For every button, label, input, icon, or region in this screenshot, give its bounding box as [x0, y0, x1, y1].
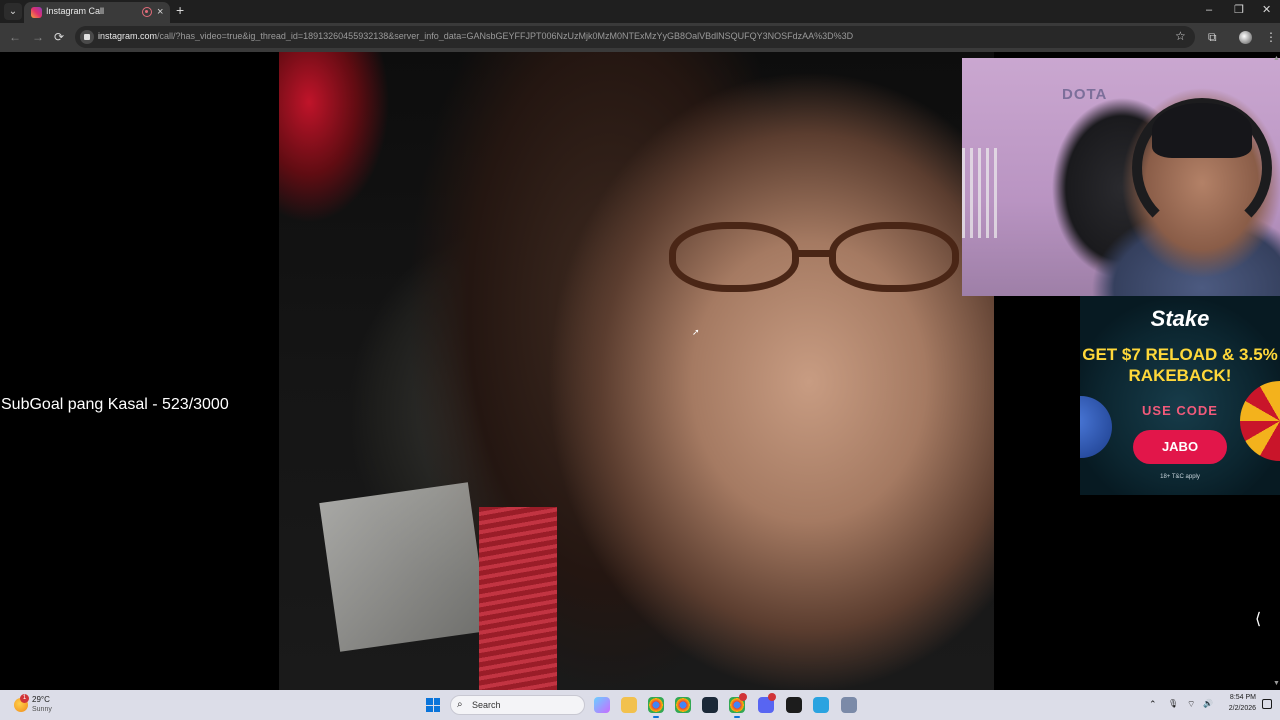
taskbar-search[interactable]: ⌕ Search: [450, 695, 585, 715]
obs-icon[interactable]: [786, 697, 802, 713]
streamer-hair: [1152, 103, 1252, 158]
tab-search-icon[interactable]: ⌄: [4, 3, 22, 20]
remote-video[interactable]: ➚: [279, 52, 994, 690]
ad-terms: 18+ T&C apply: [1160, 474, 1200, 480]
chrome-profile-icon[interactable]: [675, 697, 691, 713]
video-bag-strap: [479, 507, 557, 690]
forward-button[interactable]: →: [32, 30, 44, 44]
extensions-icon[interactable]: ⧉: [1208, 30, 1217, 44]
restore-button[interactable]: ❐: [1234, 3, 1244, 18]
scroll-down-arrow[interactable]: ▼: [1273, 680, 1280, 687]
ad-code-badge: JABO: [1133, 430, 1227, 464]
instagram-icon: [31, 7, 42, 18]
tab-title: Instagram Call: [46, 6, 105, 16]
scroll-up-arrow[interactable]: ▲: [1273, 55, 1280, 62]
side-panel-chevron-icon[interactable]: ⟨: [1255, 609, 1261, 629]
address-bar[interactable]: instagram.com/call/?has_video=true&ig_th…: [75, 26, 1195, 48]
browser-toolbar: ← → ⟳ instagram.com/call/?has_video=true…: [0, 23, 1280, 52]
minimize-button[interactable]: –: [1206, 3, 1212, 18]
steam-icon[interactable]: [702, 697, 718, 713]
site-info-icon[interactable]: [80, 30, 94, 44]
video-glasses: [669, 222, 969, 312]
network-icon[interactable]: ⌔: [1187, 698, 1195, 710]
url-host: instagram.com: [98, 31, 158, 41]
chrome-window-icon[interactable]: [729, 693, 747, 718]
streamer-webcam: DOTA: [962, 58, 1280, 296]
copilot-icon[interactable]: [594, 697, 610, 713]
discord-icon[interactable]: [758, 693, 776, 713]
clock-date[interactable]: 2/2/2026: [1222, 705, 1256, 712]
webcam-background-rail: [962, 148, 1002, 238]
tab-close-icon[interactable]: ×: [157, 5, 163, 19]
weather-temperature[interactable]: 29°C: [32, 695, 50, 704]
url-text[interactable]: instagram.com/call/?has_video=true&ig_th…: [98, 31, 1158, 41]
tab-instagram-call[interactable]: Instagram Call ×: [24, 2, 170, 23]
profile-avatar[interactable]: [1239, 31, 1252, 44]
webcam-wall-sign: DOTA: [1062, 86, 1108, 103]
file-explorer-icon[interactable]: [621, 697, 637, 713]
back-button[interactable]: ←: [9, 30, 21, 44]
search-icon: ⌕: [457, 699, 463, 710]
start-button[interactable]: [426, 698, 440, 712]
windows-taskbar: 1 29°C Sunny ⌕ Search ⌃ 🎙 ⌔ 🔊 8:54 PM 2/…: [0, 690, 1280, 720]
ad-headline: GET $7 RELOAD & 3.5% RAKEBACK!: [1082, 345, 1278, 385]
ad-logo: Stake: [1150, 306, 1210, 331]
tab-strip: ⌄ Instagram Call × + – ❐ ✕: [0, 0, 1280, 23]
tray-chevron-icon[interactable]: ⌃: [1149, 698, 1157, 710]
clock-time[interactable]: 8:54 PM: [1226, 694, 1256, 701]
ad-use-code-label: USE CODE: [1142, 403, 1218, 418]
ad-roulette-graphic: [1240, 381, 1280, 461]
bookmark-star-icon[interactable]: ☆: [1175, 29, 1186, 43]
weather-badge: 1: [20, 694, 29, 703]
volume-icon[interactable]: 🔊: [1203, 698, 1213, 710]
video-object: [319, 482, 489, 652]
utility-app-icon[interactable]: [841, 697, 857, 713]
notification-icon[interactable]: [1262, 699, 1272, 709]
subgoal-overlay: SubGoal pang Kasal - 523/3000: [1, 396, 229, 413]
reload-button[interactable]: ⟳: [54, 30, 64, 44]
new-tab-button[interactable]: +: [176, 3, 184, 18]
weather-condition[interactable]: Sunny: [32, 706, 52, 713]
browser-menu-icon[interactable]: ⋮: [1265, 30, 1277, 44]
recording-icon: [142, 7, 152, 17]
close-window-button[interactable]: ✕: [1262, 3, 1271, 18]
mouse-cursor-icon: ➚: [692, 327, 700, 337]
search-label: Search: [472, 700, 501, 710]
call-page: ➚ SubGoal pang Kasal - 523/3000 DOTA Sta…: [0, 52, 1280, 690]
chrome-icon[interactable]: [648, 697, 664, 718]
url-path: /call/?has_video=true&ig_thread_id=18913…: [157, 31, 854, 41]
telegram-icon[interactable]: [813, 697, 829, 713]
sponsor-ad: Stake GET $7 RELOAD & 3.5% RAKEBACK! USE…: [1080, 296, 1280, 495]
microphone-icon[interactable]: 🎙: [1168, 698, 1178, 710]
